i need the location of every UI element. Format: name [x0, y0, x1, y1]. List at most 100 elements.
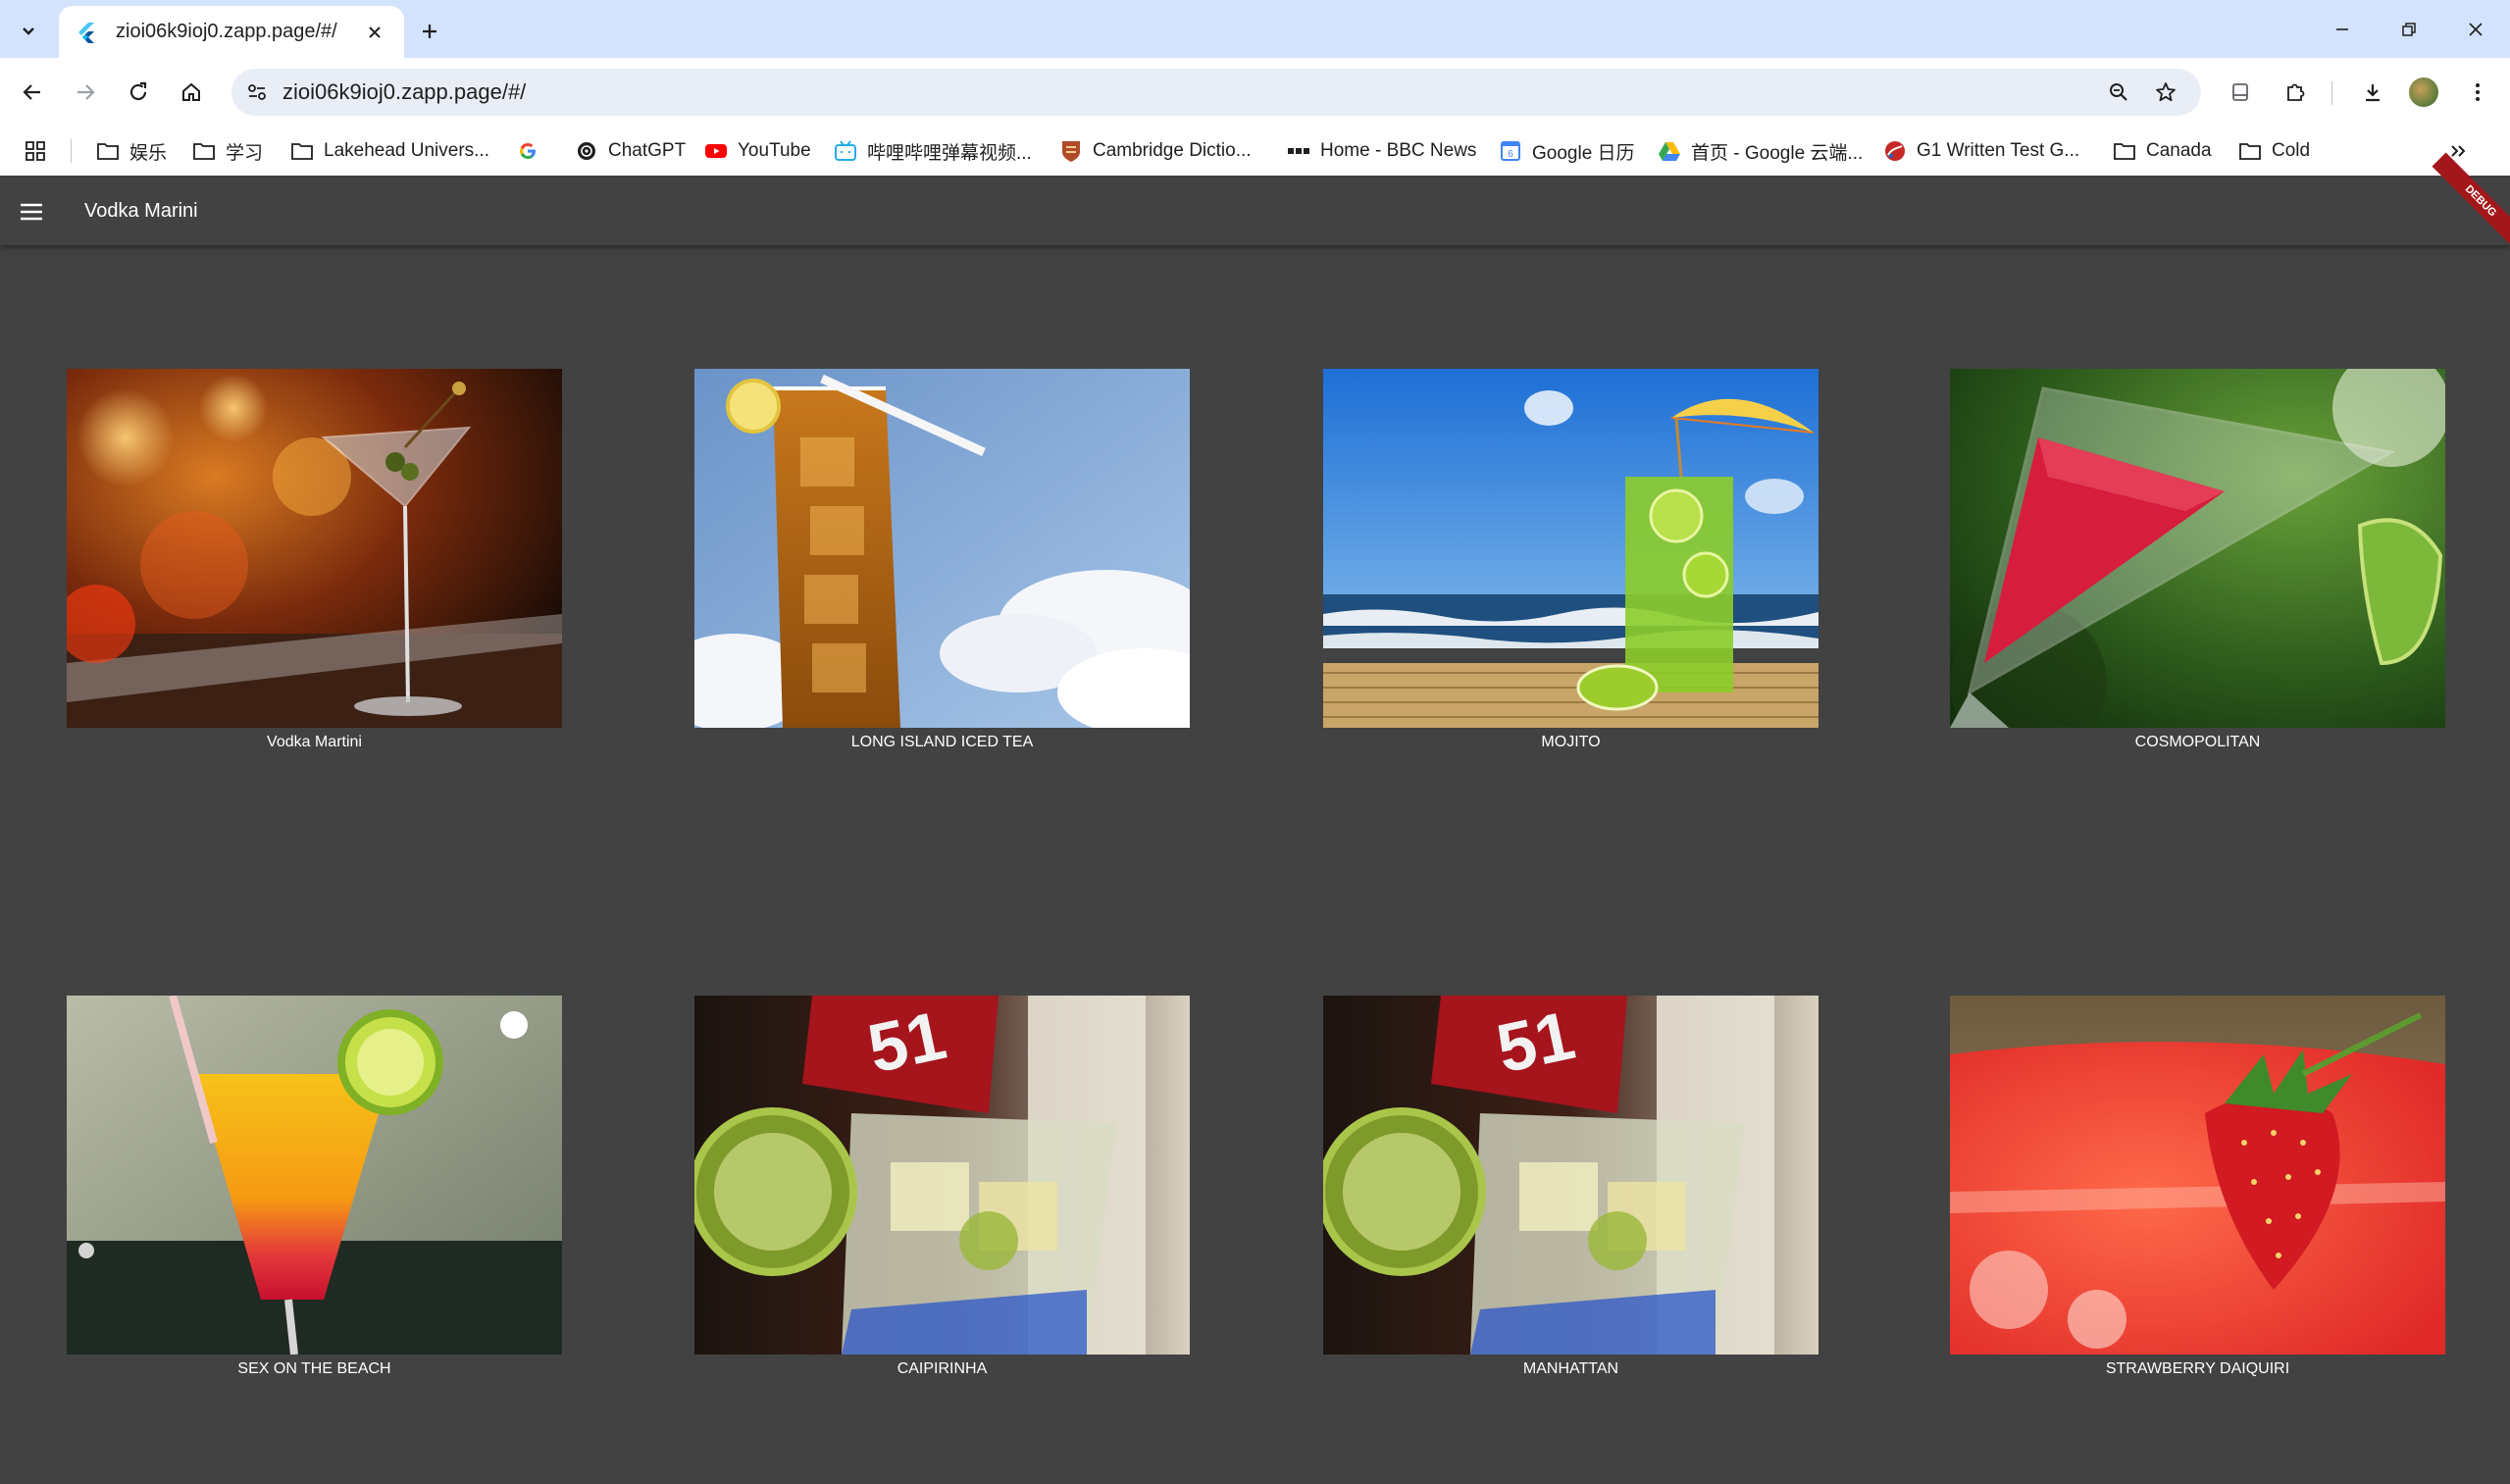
bookmark-star-button[interactable]: [2148, 75, 2183, 110]
profile-avatar[interactable]: [2409, 77, 2438, 107]
flutter-favicon-icon: [78, 22, 94, 43]
forward-button[interactable]: [64, 71, 107, 114]
browser-toolbar: zioi06k9ioj0.zapp.page/#/: [0, 58, 2510, 127]
bbc-icon: [1287, 139, 1310, 163]
bookmark-bilibili[interactable]: 哔哩哔哩弹幕视频...: [834, 134, 1032, 168]
arrow-left-icon: [23, 84, 40, 100]
reading-list-button[interactable]: [2219, 71, 2262, 114]
bookmark-folder-study[interactable]: 学习: [192, 134, 263, 168]
youtube-icon: [704, 139, 728, 163]
url-text[interactable]: zioi06k9ioj0.zapp.page/#/: [282, 69, 526, 116]
close-window-button[interactable]: [2442, 0, 2509, 58]
restore-window-button[interactable]: [2376, 0, 2442, 58]
folder-icon: [2238, 139, 2262, 163]
bookmark-label: 首页 - Google 云端...: [1691, 142, 1864, 164]
svg-text:51: 51: [1490, 997, 1580, 1087]
bookmark-label: YouTube: [738, 140, 811, 161]
bookmark-google-calendar[interactable]: 6 Google 日历: [1499, 134, 1635, 168]
vodka-martini-photo: [67, 369, 562, 728]
bookmark-cambridge[interactable]: Cambridge Dictio...: [1059, 134, 1252, 168]
site-info-button[interactable]: [239, 75, 275, 110]
bookmark-label: 学习: [226, 142, 264, 164]
bookmark-youtube[interactable]: YouTube: [704, 134, 811, 168]
apps-button[interactable]: [24, 134, 57, 168]
cocktail-card-strawberry-daiquiri[interactable]: STRAWBERRY DAIQUIRI: [1950, 996, 2445, 1378]
puzzle-icon: [2287, 83, 2305, 101]
bilibili-icon: [834, 139, 857, 163]
downloads-button[interactable]: [2351, 71, 2394, 114]
more-vert-icon: [2476, 83, 2480, 101]
zoom-button[interactable]: [2101, 75, 2136, 110]
tab-close-button[interactable]: [361, 19, 388, 46]
bookmarks-bar: 娱乐 学习 Lakehead Univers... ChatGPT YouTub…: [0, 127, 2510, 176]
hamburger-menu-icon: [21, 203, 42, 221]
address-bar[interactable]: zioi06k9ioj0.zapp.page/#/: [231, 69, 2201, 116]
cocktail-card-long-island-iced-tea[interactable]: LONG ISLAND ICED TEA: [694, 369, 1190, 751]
toolbar-divider: [2331, 81, 2332, 105]
new-tab-button[interactable]: [412, 14, 447, 49]
folder-icon: [2113, 139, 2136, 163]
back-button[interactable]: [11, 71, 54, 114]
strawberry-daiquiri-photo: [1950, 996, 2445, 1355]
drawer-menu-button[interactable]: [14, 194, 49, 230]
zoom-icon: [2110, 83, 2127, 101]
cocktail-card-vodka-martini[interactable]: Vodka Martini: [67, 369, 562, 751]
bookmark-google[interactable]: [516, 134, 549, 168]
bookmark-folder-canada[interactable]: Canada: [2113, 134, 2212, 168]
folder-icon: [290, 139, 314, 163]
close-icon: [369, 26, 381, 38]
bookmark-chatgpt[interactable]: ChatGPT: [575, 134, 686, 168]
arrow-right-icon: [77, 84, 95, 100]
browser-tab-active[interactable]: zioi06k9ioj0.zapp.page/#/: [59, 6, 404, 58]
bookmarks-divider: [71, 139, 72, 163]
cocktail-name: MOJITO: [1541, 734, 1601, 750]
reload-icon: [129, 81, 147, 101]
tab-title: zioi06k9ioj0.zapp.page/#/: [116, 21, 337, 42]
sex-on-the-beach-photo: [67, 996, 562, 1355]
bookmark-bbc-news[interactable]: Home - BBC News: [1287, 134, 1476, 168]
bookmark-g1-written-test[interactable]: G1 Written Test G...: [1883, 134, 2079, 168]
cocktail-name: Vodka Martini: [267, 734, 362, 750]
cocktail-card-mojito[interactable]: MOJITO: [1323, 369, 1818, 751]
reload-button[interactable]: [117, 71, 160, 114]
chatgpt-icon: [575, 139, 598, 163]
tune-icon: [248, 84, 266, 100]
tab-search-button[interactable]: [10, 12, 47, 49]
cocktail-card-caipirinha[interactable]: 51 CAIPIRINHA: [694, 996, 1190, 1378]
extensions-button[interactable]: [2274, 71, 2317, 114]
browser-menu-button[interactable]: [2456, 71, 2499, 114]
svg-text:51: 51: [861, 997, 951, 1087]
svg-text:6: 6: [1508, 149, 1513, 160]
document-icon: [2232, 83, 2248, 101]
bookmark-label: Cambridge Dictio...: [1093, 140, 1252, 161]
bookmark-label: ChatGPT: [608, 140, 687, 161]
bookmark-google-drive[interactable]: 首页 - Google 云端...: [1658, 134, 1863, 168]
browser-tabstrip: zioi06k9ioj0.zapp.page/#/: [0, 0, 2510, 58]
close-icon: [2469, 22, 2483, 36]
plus-icon: [423, 25, 436, 38]
bookmark-folder-entertainment[interactable]: 娱乐: [96, 134, 167, 168]
bookmark-label: 娱乐: [129, 142, 168, 164]
bookmark-label: Canada: [2146, 140, 2212, 161]
star-icon: [2156, 82, 2176, 102]
minimize-window-button[interactable]: [2309, 0, 2376, 58]
cocktail-card-manhattan[interactable]: 51 MANHATTAN: [1323, 996, 1818, 1378]
bookmark-folder-cold[interactable]: Cold: [2238, 134, 2310, 168]
app-title: Vodka Marini: [84, 200, 198, 222]
cocktail-name: COSMOPOLITAN: [2134, 734, 2261, 750]
cocktail-card-cosmopolitan[interactable]: COSMOPOLITAN: [1950, 369, 2445, 751]
bookmark-folder-lakehead[interactable]: Lakehead Univers...: [290, 134, 489, 168]
cocktail-card-sex-on-the-beach[interactable]: SEX ON THE BEACH: [67, 996, 562, 1378]
bookmark-label: Cold: [2272, 140, 2311, 161]
bookmark-label: G1 Written Test G...: [1917, 140, 2080, 161]
home-button[interactable]: [170, 71, 213, 114]
long-island-iced-tea-photo: [694, 369, 1190, 728]
cocktail-name: MANHATTAN: [1522, 1360, 1619, 1377]
app-bar: Vodka Marini DEBUG: [0, 152, 2510, 250]
bookmark-label: 哔哩哔哩弹幕视频...: [867, 142, 1032, 164]
cosmopolitan-photo: [1950, 369, 2445, 728]
bookmark-label: Google 日历: [1532, 142, 1635, 164]
cocktail-grid: Vodka Martini LONG ISLAND ICED TEA MOJIT…: [0, 245, 2510, 1484]
cocktail-name: CAIPIRINHA: [896, 1360, 988, 1377]
restore-icon: [2402, 22, 2416, 36]
